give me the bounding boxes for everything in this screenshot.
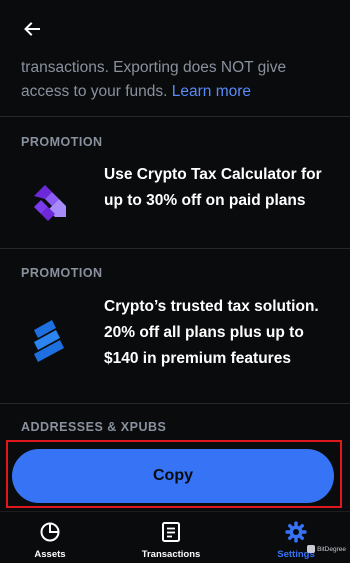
arrow-left-icon [24,22,40,36]
bottom-navigation: Assets Transactions Settings [0,511,350,563]
promotion-text: Crypto’s trusted tax solution. 20% off a… [104,298,319,367]
nav-label-transactions: Transactions [141,549,201,560]
section-divider [0,248,350,249]
promotion-crypto-tax-calculator[interactable]: Use Crypto Tax Calculator for up to 30% … [0,158,350,244]
pie-chart-icon [39,521,61,543]
nav-tab-assets[interactable]: Assets [24,512,76,563]
top-bar [0,0,350,56]
copy-button[interactable]: Copy [12,449,334,503]
document-list-icon [160,521,182,543]
tax-solution-logo-icon [22,312,78,368]
disclaimer-line-1: transactions. Exporting does NOT give [21,59,287,76]
gear-icon [285,521,307,543]
settings-screen: transactions. Exporting does NOT give ac… [0,0,350,563]
watermark-text: BitDegree [317,545,346,553]
promotion-text: Use Crypto Tax Calculator for up to 30% … [104,166,322,209]
bitdegree-logo-icon [307,545,316,553]
crypto-tax-calculator-logo-icon [22,173,78,229]
addresses-section-label: ADDRESSES & XPUBS [21,420,167,434]
export-disclaimer: transactions. Exporting does NOT give ac… [21,56,331,104]
section-divider [0,403,350,404]
promotion-section-label: PROMOTION [21,266,103,280]
promotion-tax-solution[interactable]: Crypto’s trusted tax solution. 20% off a… [0,290,350,394]
back-button[interactable] [20,17,44,41]
section-divider [0,116,350,117]
learn-more-link[interactable]: Learn more [172,83,251,100]
bitdegree-watermark: BitDegree [307,545,346,553]
nav-tab-transactions[interactable]: Transactions [140,512,202,563]
nav-tab-settings[interactable]: Settings [274,512,318,563]
nav-label-assets: Assets [34,549,66,560]
promotion-section-label: PROMOTION [21,135,103,149]
disclaimer-line-2: access to your funds. [21,83,172,100]
